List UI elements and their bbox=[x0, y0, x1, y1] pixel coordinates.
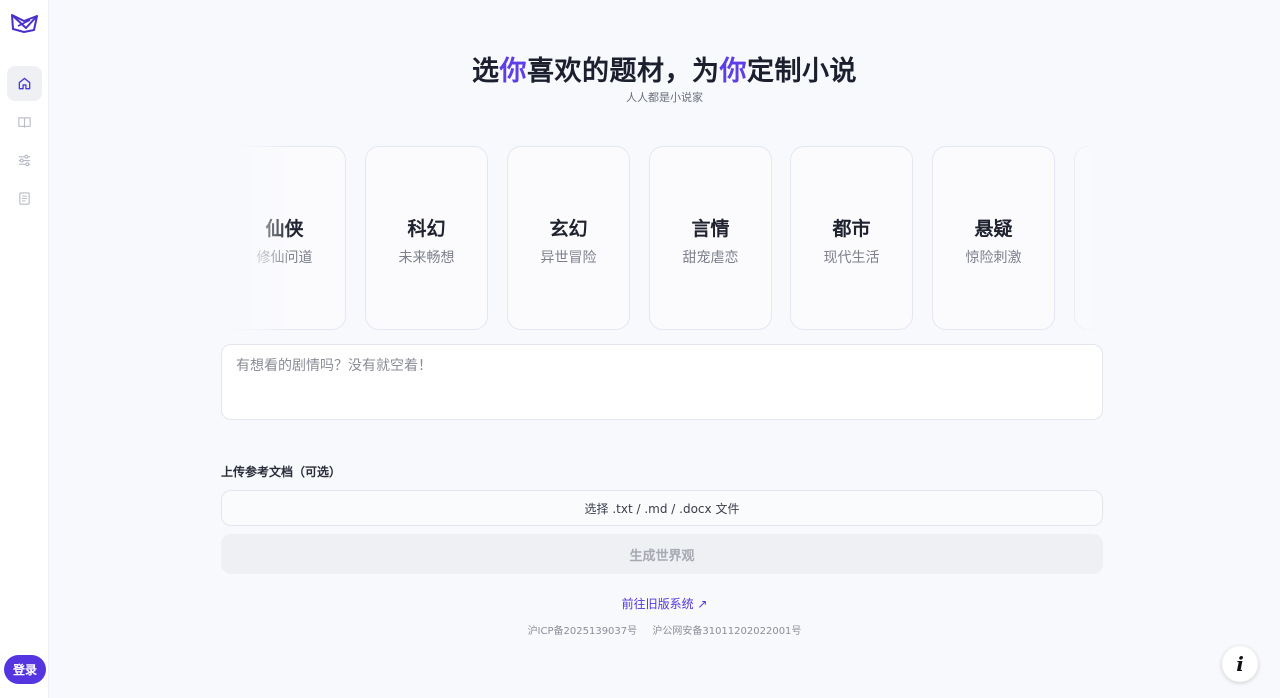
genre-card-fantasy[interactable]: 玄幻 异世冒险 bbox=[507, 146, 630, 330]
file-select-button[interactable]: 选择 .txt / .md / .docx 文件 bbox=[221, 490, 1103, 526]
sidebar-item-library[interactable] bbox=[7, 105, 42, 140]
genre-title: 科幻 bbox=[407, 218, 446, 240]
home-icon bbox=[18, 77, 31, 90]
title-text: 选 bbox=[472, 56, 500, 87]
genre-carousel: 仙侠 修仙问道 科幻 未来畅想 玄幻 异世冒险 言情 甜宠虐恋 都市 现代生活 … bbox=[221, 146, 1103, 330]
page-title: 选你喜欢的题材，为你定制小说 bbox=[49, 49, 1280, 88]
genre-card-urban[interactable]: 都市 现代生活 bbox=[790, 146, 913, 330]
generate-world-button[interactable]: 生成世界观 bbox=[221, 534, 1103, 574]
main-content: 选你喜欢的题材，为你定制小说 人人都是小说家 仙侠 修仙问道 科幻 未来畅想 玄… bbox=[49, 0, 1280, 698]
genre-subtitle: 惊险刺激 bbox=[965, 250, 1022, 266]
upload-label: 上传参考文档（可选） bbox=[221, 465, 342, 479]
document-icon bbox=[19, 192, 30, 205]
title-accent: 你 bbox=[499, 56, 527, 87]
legacy-system-link[interactable]: 前往旧版系统 ↗ bbox=[49, 595, 1280, 612]
genre-subtitle: 未来畅想 bbox=[398, 250, 455, 266]
genre-title: 言情 bbox=[691, 218, 730, 240]
genre-card-romance[interactable]: 言情 甜宠虐恋 bbox=[649, 146, 772, 330]
sidebar-item-documents[interactable] bbox=[7, 181, 42, 216]
genre-title: 仙侠 bbox=[265, 218, 304, 240]
title-text: 喜欢的题材，为 bbox=[527, 56, 720, 87]
genre-subtitle: 修仙问道 bbox=[256, 250, 313, 266]
sliders-icon bbox=[18, 154, 31, 167]
genre-card-next[interactable] bbox=[1074, 146, 1103, 330]
sidebar-item-settings[interactable] bbox=[7, 143, 42, 178]
genre-subtitle: 现代生活 bbox=[823, 250, 880, 266]
sidebar: 登录 bbox=[0, 0, 49, 698]
icp-link[interactable]: 沪ICP备2025139037号 bbox=[528, 626, 638, 637]
plot-input[interactable] bbox=[221, 344, 1103, 420]
footer: 沪ICP备2025139037号 沪公网安备31011202022001号 bbox=[49, 622, 1280, 637]
police-record-link[interactable]: 沪公网安备31011202022001号 bbox=[652, 626, 801, 637]
title-text: 定制小说 bbox=[747, 56, 857, 87]
genre-card-scifi[interactable]: 科幻 未来畅想 bbox=[365, 146, 488, 330]
genre-title: 玄幻 bbox=[549, 218, 588, 240]
title-accent: 你 bbox=[719, 56, 747, 87]
sidebar-item-home[interactable] bbox=[7, 66, 42, 101]
genre-title: 都市 bbox=[832, 218, 871, 240]
book-icon bbox=[18, 117, 31, 128]
login-button[interactable]: 登录 bbox=[4, 655, 46, 684]
genre-title: 悬疑 bbox=[974, 218, 1013, 240]
genre-subtitle: 异世冒险 bbox=[540, 250, 597, 266]
page-subtitle: 人人都是小说家 bbox=[626, 91, 703, 104]
genre-card-mystery[interactable]: 悬疑 惊险刺激 bbox=[932, 146, 1055, 330]
info-icon[interactable]: i bbox=[1222, 646, 1258, 682]
genre-subtitle: 甜宠虐恋 bbox=[682, 250, 739, 266]
genre-card-xianxia[interactable]: 仙侠 修仙问道 bbox=[223, 146, 346, 330]
book-logo-icon[interactable] bbox=[10, 12, 39, 34]
